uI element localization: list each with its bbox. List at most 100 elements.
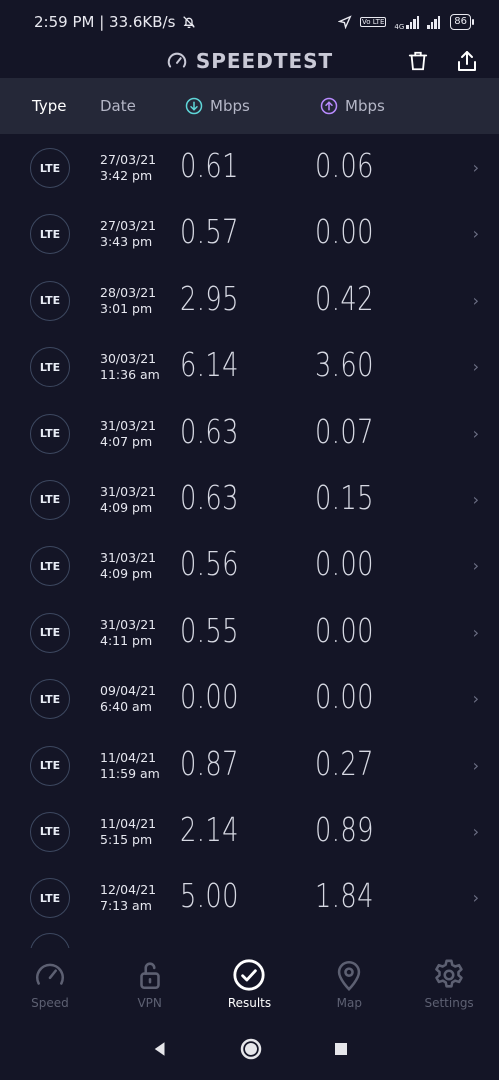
upload-speed: 0.07: [315, 411, 374, 451]
connection-type-badge: LTE: [30, 148, 70, 188]
connection-type-badge: [30, 932, 70, 948]
result-row[interactable]: LTE 28/03/21 3:01 pm 2.95 0.42 ›: [0, 267, 499, 333]
upload-speed: 1.84: [315, 876, 374, 916]
nav-results-label: Results: [227, 996, 272, 1010]
result-row[interactable]: LTE 30/03/21 11:36 am 6.14 3.60 ›: [0, 333, 499, 399]
nav-results[interactable]: Results: [209, 958, 289, 1010]
download-speed: 0.63: [180, 411, 239, 451]
upload-speed: 0.00: [315, 212, 374, 252]
brand: SPEEDTEST: [166, 49, 333, 73]
download-speed: 0.63: [180, 477, 239, 517]
download-speed: 0.00: [180, 677, 239, 717]
result-row[interactable]: LTE 11/04/21 11:59 am 0.87 0.27 ›: [0, 732, 499, 798]
upload-speed: 0.00: [315, 677, 374, 717]
check-circle-icon: [233, 959, 266, 991]
back-triangle-icon[interactable]: [151, 1040, 169, 1058]
signal-2-icon: [427, 15, 441, 29]
chevron-right-icon: ›: [472, 622, 479, 642]
result-row[interactable]: LTE 31/03/21 4:09 pm 0.56 0.00 ›: [0, 532, 499, 598]
upload-speed: 0.00: [315, 610, 374, 650]
chevron-right-icon: ›: [472, 556, 479, 576]
result-datetime: 09/04/21 6:40 am: [100, 683, 157, 715]
network-4g-label: 4G: [394, 23, 405, 31]
download-arrow-icon: [185, 97, 203, 115]
chevron-right-icon: ›: [472, 489, 479, 509]
upload-speed: 0.15: [315, 477, 374, 517]
result-datetime: 31/03/21 4:09 pm: [100, 550, 157, 582]
result-datetime: 11/04/21 11:59 am: [100, 749, 160, 781]
chevron-right-icon: ›: [472, 423, 479, 443]
recents-square-icon[interactable]: [333, 1041, 349, 1057]
chevron-right-icon: ›: [472, 158, 479, 177]
upload-speed: 0.06: [315, 146, 374, 185]
nav-speed[interactable]: Speed: [10, 958, 90, 1010]
result-datetime: 31/03/21 4:07 pm: [100, 417, 157, 449]
connection-type-badge: LTE: [30, 347, 70, 388]
result-row[interactable]: LTE 31/03/21 4:11 pm 0.55 0.00 ›: [0, 599, 499, 665]
map-pin-icon: [338, 960, 361, 991]
column-type[interactable]: Type: [32, 97, 66, 115]
location-arrow-icon: [337, 15, 352, 29]
connection-type-badge: LTE: [30, 612, 70, 653]
connection-type-badge: LTE: [30, 878, 70, 919]
download-speed: 2.14: [180, 809, 239, 849]
result-row-partial[interactable]: [0, 931, 499, 948]
result-row[interactable]: LTE 31/03/21 4:09 pm 0.63 0.15 ›: [0, 466, 499, 532]
home-circle-icon[interactable]: [239, 1037, 263, 1061]
speedometer-icon: [35, 963, 64, 985]
trash-icon[interactable]: [407, 49, 429, 73]
download-speed: 0.55: [180, 610, 239, 650]
upload-speed: 0.00: [315, 544, 374, 584]
connection-type-badge: LTE: [30, 546, 70, 587]
result-row[interactable]: LTE 27/03/21 3:43 pm 0.57 0.00 ›: [0, 200, 499, 266]
connection-type-badge: LTE: [30, 214, 70, 255]
upload-unit: Mbps: [345, 97, 385, 115]
bell-off-icon: [183, 16, 196, 28]
status-time-speed: 2:59 PM | 33.6KB/s: [34, 13, 176, 31]
connection-type-badge: LTE: [30, 280, 70, 321]
download-unit: Mbps: [210, 97, 250, 115]
download-speed: 0.56: [180, 544, 239, 584]
nav-map[interactable]: Map: [309, 958, 389, 1010]
chevron-right-icon: ›: [472, 357, 479, 377]
result-datetime: 31/03/21 4:11 pm: [100, 616, 157, 648]
result-row[interactable]: LTE 12/04/21 7:13 am 5.00 1.84 ›: [0, 864, 499, 930]
upload-speed: 0.27: [315, 743, 374, 783]
upload-speed: 0.89: [315, 809, 374, 849]
result-row[interactable]: LTE 27/03/21 3:42 pm 0.61 0.06 ›: [0, 134, 499, 200]
nav-settings[interactable]: Settings: [409, 958, 489, 1010]
system-nav-bar: [0, 1018, 499, 1080]
signal-icon: [406, 15, 420, 29]
chevron-right-icon: ›: [472, 689, 479, 709]
share-icon[interactable]: [455, 49, 479, 73]
column-upload[interactable]: Mbps: [320, 97, 385, 115]
column-download[interactable]: Mbps: [185, 97, 250, 115]
volte-icon: Vo LTE: [359, 17, 387, 27]
connection-type-badge: LTE: [30, 811, 70, 852]
bottom-nav: Speed VPN Results Map Settings: [0, 948, 499, 1018]
nav-vpn[interactable]: VPN: [110, 958, 190, 1010]
column-date[interactable]: Date: [100, 97, 136, 115]
download-speed: 6.14: [180, 345, 239, 385]
result-row[interactable]: LTE 09/04/21 6:40 am 0.00 0.00 ›: [0, 665, 499, 731]
result-datetime: 31/03/21 4:09 pm: [100, 483, 157, 515]
results-column-header: Type Date Mbps Mbps: [0, 78, 499, 134]
results-list[interactable]: LTE 27/03/21 3:42 pm 0.61 0.06 › LTE 27/0…: [0, 134, 499, 948]
nav-map-label: Map: [336, 996, 362, 1010]
result-row[interactable]: LTE 11/04/21 5:15 pm 2.14 0.89 ›: [0, 798, 499, 864]
chevron-right-icon: ›: [472, 290, 479, 310]
speedometer-logo-icon: [167, 52, 187, 68]
chevron-right-icon: ›: [472, 888, 479, 908]
status-bar: 2:59 PM | 33.6KB/s Vo LTE 4G 86: [0, 0, 499, 44]
result-datetime: 12/04/21 7:13 am: [100, 882, 157, 914]
unlock-icon: [139, 962, 160, 990]
nav-vpn-label: VPN: [137, 996, 162, 1010]
upload-arrow-icon: [320, 97, 338, 115]
upload-speed: 0.42: [315, 278, 374, 318]
result-row[interactable]: LTE 31/03/21 4:07 pm 0.63 0.07 ›: [0, 400, 499, 466]
result-datetime: 30/03/21 11:36 am: [100, 351, 160, 383]
app-header: SPEEDTEST: [0, 44, 499, 78]
result-datetime: 27/03/21 3:42 pm: [100, 152, 157, 183]
nav-settings-label: Settings: [424, 996, 474, 1010]
download-speed: 0.61: [180, 146, 239, 185]
